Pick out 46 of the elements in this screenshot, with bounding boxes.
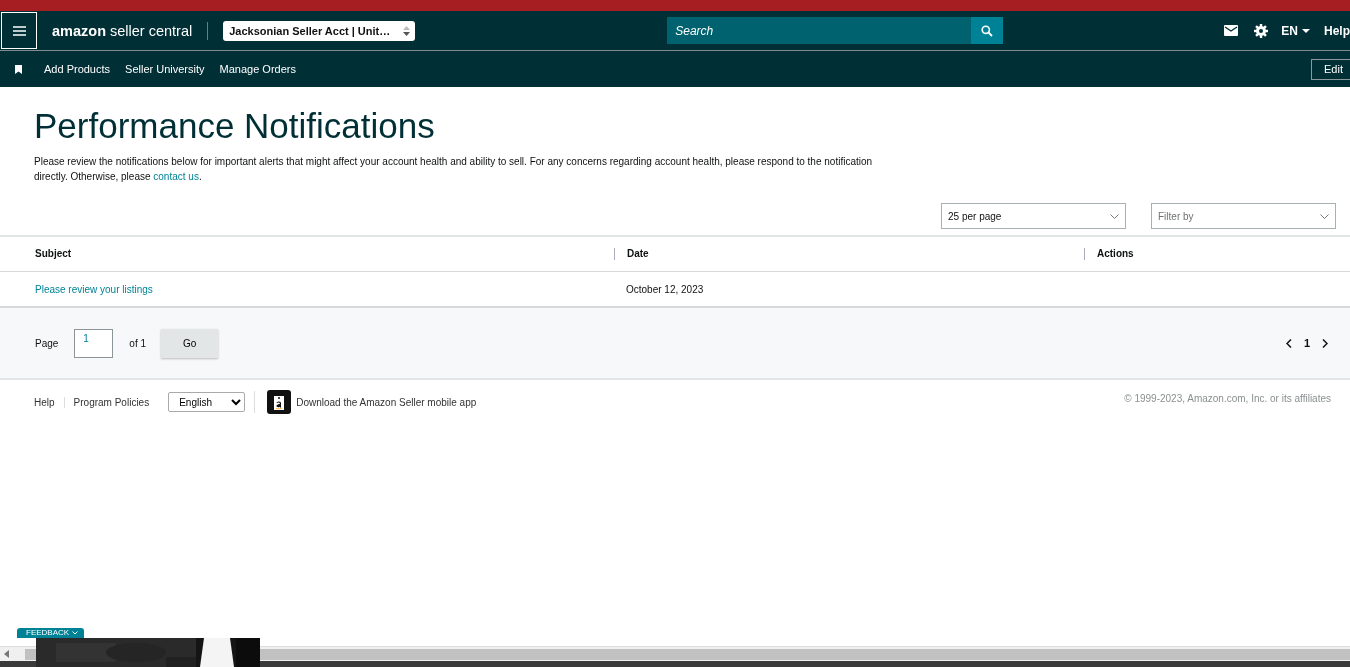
footer-link[interactable]: Program Policies <box>63 396 159 408</box>
menu-button[interactable] <box>1 12 37 49</box>
page-number-field[interactable]: 1 <box>74 328 114 358</box>
contact-link[interactable]: contact us <box>153 171 199 182</box>
search-button[interactable] <box>971 17 1004 44</box>
caret-icon <box>1302 28 1310 33</box>
nav-link[interactable]: Add Products <box>44 63 111 75</box>
column-header: Date <box>614 248 1084 260</box>
column-header: Actions <box>1084 248 1350 260</box>
next-page-icon[interactable] <box>1322 338 1328 348</box>
edit-button[interactable]: Edit <box>1311 58 1350 80</box>
bookmark-icon[interactable] <box>15 64 22 74</box>
copyright-text: © 1999-2023, Amazon.com, Inc. or its affiliates <box>1124 392 1331 404</box>
footer-link[interactable]: Help <box>34 396 64 408</box>
go-button[interactable]: Go <box>161 328 219 358</box>
menu-icon <box>12 25 26 36</box>
chevron-down-icon <box>1110 213 1119 219</box>
account-selector[interactable]: Jacksonian Seller Acct | Unit… <box>223 20 416 41</box>
language-dropdown[interactable]: English <box>168 392 246 412</box>
table-cell-text: October 12, 2023 <box>625 283 705 295</box>
stepper-icon <box>402 24 412 37</box>
page-count: of 1 <box>129 337 147 349</box>
filter-dropdown[interactable]: Filter by <box>1151 203 1336 229</box>
per-page-dropdown[interactable]: 25 per page <box>941 203 1126 229</box>
language-menu[interactable]: EN <box>1281 23 1310 38</box>
help-link[interactable]: Help <box>1324 23 1350 38</box>
settings-icon[interactable] <box>1254 23 1269 38</box>
column-header: Subject <box>34 248 73 260</box>
app-download-text[interactable]: Download the Amazon Seller mobile app <box>296 396 477 408</box>
chevron-down-icon <box>1320 213 1329 219</box>
page-label: Page <box>35 337 59 349</box>
chevron-down-icon <box>72 631 79 635</box>
current-page[interactable]: 1 <box>1303 337 1310 349</box>
search-icon <box>981 24 994 37</box>
logo[interactable]: amazon seller central <box>52 22 193 39</box>
nav-link[interactable]: Manage Orders <box>219 63 296 75</box>
scroll-left-icon[interactable] <box>3 650 11 658</box>
search-field[interactable]: Search <box>667 17 972 44</box>
app-icon[interactable] <box>267 390 292 414</box>
previous-page-icon[interactable] <box>1285 338 1292 348</box>
feedback-button[interactable]: FEEDBACK <box>17 628 85 638</box>
nav-link[interactable]: Seller University <box>125 63 205 75</box>
mail-icon[interactable] <box>1224 25 1239 36</box>
page-title: Performance Notifications <box>34 106 436 146</box>
subject-link[interactable]: Please review your listings <box>0 283 614 295</box>
intro-text: Please review the notifications below for important alerts that might affect your account health and ability to sell. For any concerns regarding account health, please respond to the notification directly. Otherwise, please contact us. <box>34 155 874 184</box>
